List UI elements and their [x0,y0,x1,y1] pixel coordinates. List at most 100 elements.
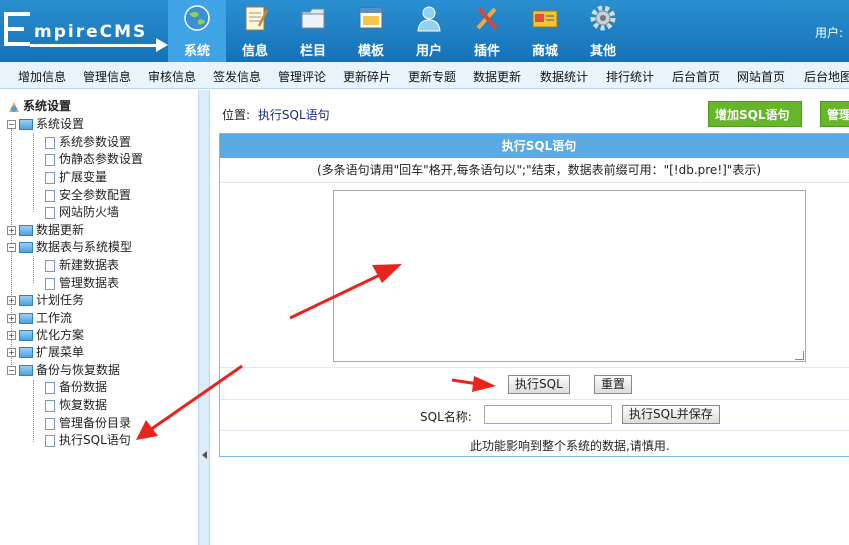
tree-item-manage-tables[interactable]: 管理数据表 [45,275,119,291]
expand-icon[interactable]: + [7,314,16,323]
nav-system[interactable]: 系统 [168,0,226,62]
tree-label: 管理数据表 [59,276,120,290]
tree-root-label: 系统设置 [23,99,72,113]
tree-guide [33,133,34,212]
manage-sql-button[interactable]: 管理 [820,101,849,127]
tree-folder-extend-menu[interactable]: + 扩展菜单 [7,344,84,360]
tree-folder-system-settings[interactable]: − 系统设置 [7,116,84,132]
menu-update-fragments[interactable]: 更新碎片 [343,68,391,85]
reset-button[interactable]: 重置 [594,375,633,394]
tree-label: 数据表与系统模型 [36,240,133,254]
page-icon [45,259,55,272]
card-icon [532,10,558,28]
execute-and-save-button[interactable]: 执行SQL并保存 [622,405,720,424]
menu-data-stats[interactable]: 数据统计 [540,68,588,85]
tree-label: 扩展变量 [59,170,108,184]
collapse-arrow-icon[interactable] [202,451,207,459]
collapse-icon[interactable]: − [7,366,16,375]
menu-site-home[interactable]: 网站首页 [737,68,785,85]
folder-icon [19,313,33,324]
tree-item-restore-data[interactable]: 恢复数据 [45,397,107,413]
row-divider [220,430,849,431]
expand-icon[interactable]: + [7,331,16,340]
notepad-icon [245,6,269,31]
tree-label: 网站防火墙 [59,205,120,219]
tree-label: 管理备份目录 [59,416,132,430]
page-icon [45,189,55,202]
tree-root: 系统设置 [7,98,71,114]
menu-manage-comments[interactable]: 管理评论 [278,68,326,85]
tree-item-manage-backup-dir[interactable]: 管理备份目录 [45,415,131,431]
tree-guide [33,380,34,442]
collapse-icon[interactable]: − [7,243,16,252]
menu-sign-info[interactable]: 签发信息 [213,68,261,85]
nav-plugin[interactable]: 插件 [458,0,516,62]
folder-icon [19,242,33,253]
tree-label: 工作流 [36,311,73,325]
page-icon [45,434,55,447]
menu-admin-home[interactable]: 后台首页 [672,68,720,85]
page-icon [45,399,55,412]
menu-data-update[interactable]: 数据更新 [473,68,521,85]
tree-item-system-params[interactable]: 系统参数设置 [45,134,131,150]
resize-grip-icon[interactable] [795,351,804,360]
nav-column[interactable]: 栏目 [284,0,342,62]
empirecms-logo[interactable]: mpireCMS [0,0,170,62]
menu-review-info[interactable]: 审核信息 [148,68,196,85]
tree-item-firewall[interactable]: 网站防火墙 [45,204,119,220]
breadcrumb-label: 位置: [222,108,251,122]
execute-sql-button[interactable]: 执行SQL [508,375,570,394]
sql-name-input[interactable] [484,405,612,424]
sql-hint: (多条语句请用"回车"格开,每条语句以";"结束，数据表前缀可用："[!db.p… [220,158,849,183]
tree-label: 优化方案 [36,328,85,342]
panel-title: 执行SQL语句 [220,134,849,158]
nav-other[interactable]: 其他 [574,0,632,62]
nav-shop[interactable]: 商城 [516,0,574,62]
tree-item-backup-data[interactable]: 备份数据 [45,379,107,395]
menu-admin-map[interactable]: 后台地图 [804,68,849,85]
menu-manage-info[interactable]: 管理信息 [83,68,131,85]
expand-icon[interactable]: + [7,296,16,305]
tree-item-execute-sql[interactable]: 执行SQL语句 [45,432,131,448]
breadcrumb: 位置: 执行SQL语句 [222,106,330,123]
add-sql-button[interactable]: 增加SQL语句 [708,101,802,127]
tree-item-new-table[interactable]: 新建数据表 [45,257,119,273]
sidebar-tree: 系统设置 − 系统设置 系统参数设置 伪静态参数设置 扩展变量 安全参数配置 网站… [0,90,198,545]
tree-folder-backup-restore[interactable]: − 备份与恢复数据 [7,362,120,378]
tree-label: 系统设置 [36,117,85,131]
nav-user[interactable]: 用户 [400,0,458,62]
tree-item-extend-vars[interactable]: 扩展变量 [45,169,107,185]
row-divider [220,399,849,400]
logo-text: mpireCMS [34,22,148,42]
breadcrumb-link[interactable]: 执行SQL语句 [258,108,330,122]
page-icon [45,206,55,219]
tree-folder-workflow[interactable]: + 工作流 [7,310,72,326]
nav-template[interactable]: 模板 [342,0,400,62]
page-icon [45,153,55,166]
menu-rank-stats[interactable]: 排行统计 [606,68,654,85]
tree-label: 执行SQL语句 [59,433,131,447]
expand-icon[interactable]: + [7,348,16,357]
expand-icon[interactable]: + [7,226,16,235]
collapse-icon[interactable]: − [7,120,16,129]
nav-info[interactable]: 信息 [226,0,284,62]
folder-icon [19,365,33,376]
tree-item-pseudo-static[interactable]: 伪静态参数设置 [45,151,143,167]
tree-folder-optimization[interactable]: + 优化方案 [7,327,84,343]
logo-e-mark [4,12,30,46]
tree-label: 恢复数据 [59,398,108,412]
menu-add-info[interactable]: 增加信息 [18,68,66,85]
tree-folder-scheduled-tasks[interactable]: + 计划任务 [7,292,84,308]
tree-folder-data-update[interactable]: + 数据更新 [7,222,84,238]
nav-label: 信息 [241,44,268,59]
tree-item-security-params[interactable]: 安全参数配置 [45,187,131,203]
folder-icon [301,8,325,29]
nav-label: 用户 [415,44,442,59]
tree-folder-tables-models[interactable]: − 数据表与系统模型 [7,239,132,255]
menu-update-topics[interactable]: 更新专题 [408,68,456,85]
user-label: 用户: [814,26,843,40]
sql-textarea[interactable] [333,190,806,362]
folder-icon [19,295,33,306]
sidebar-splitter[interactable] [198,90,210,545]
nav-label: 商城 [531,44,558,59]
